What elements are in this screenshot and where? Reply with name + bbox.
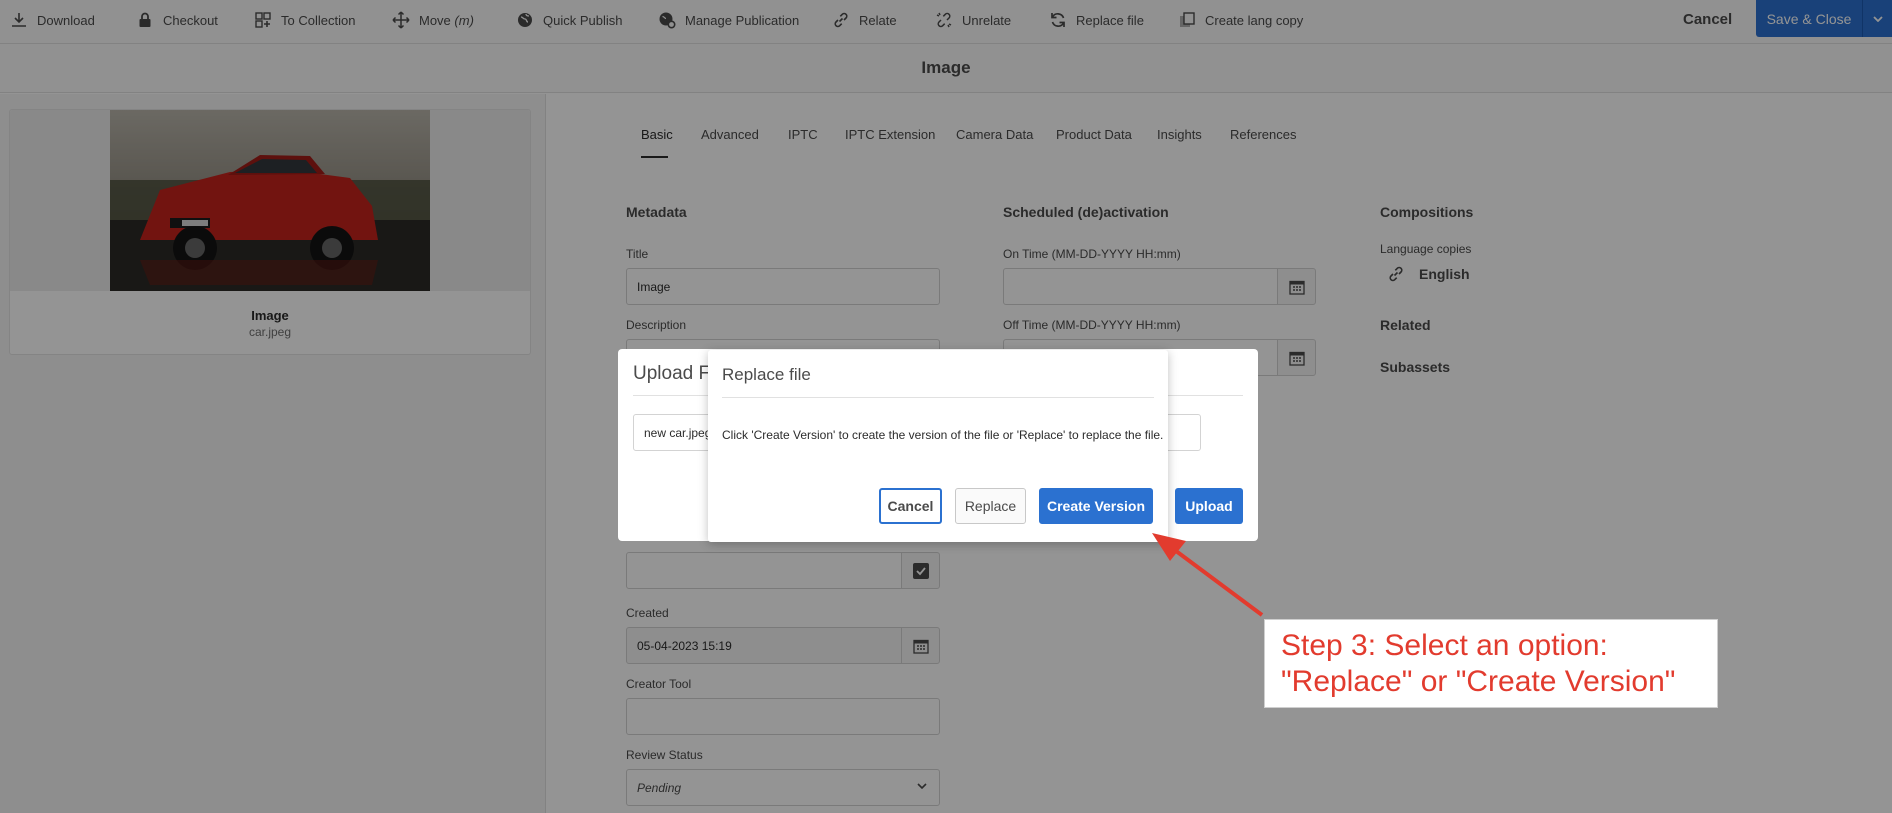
annotation-callout: Step 3: Select an option: "Replace" or "…	[1264, 619, 1718, 708]
annotation-line-2: "Replace" or "Create Version"	[1281, 665, 1676, 698]
annotation-line-1: Step 3: Select an option:	[1281, 629, 1608, 662]
